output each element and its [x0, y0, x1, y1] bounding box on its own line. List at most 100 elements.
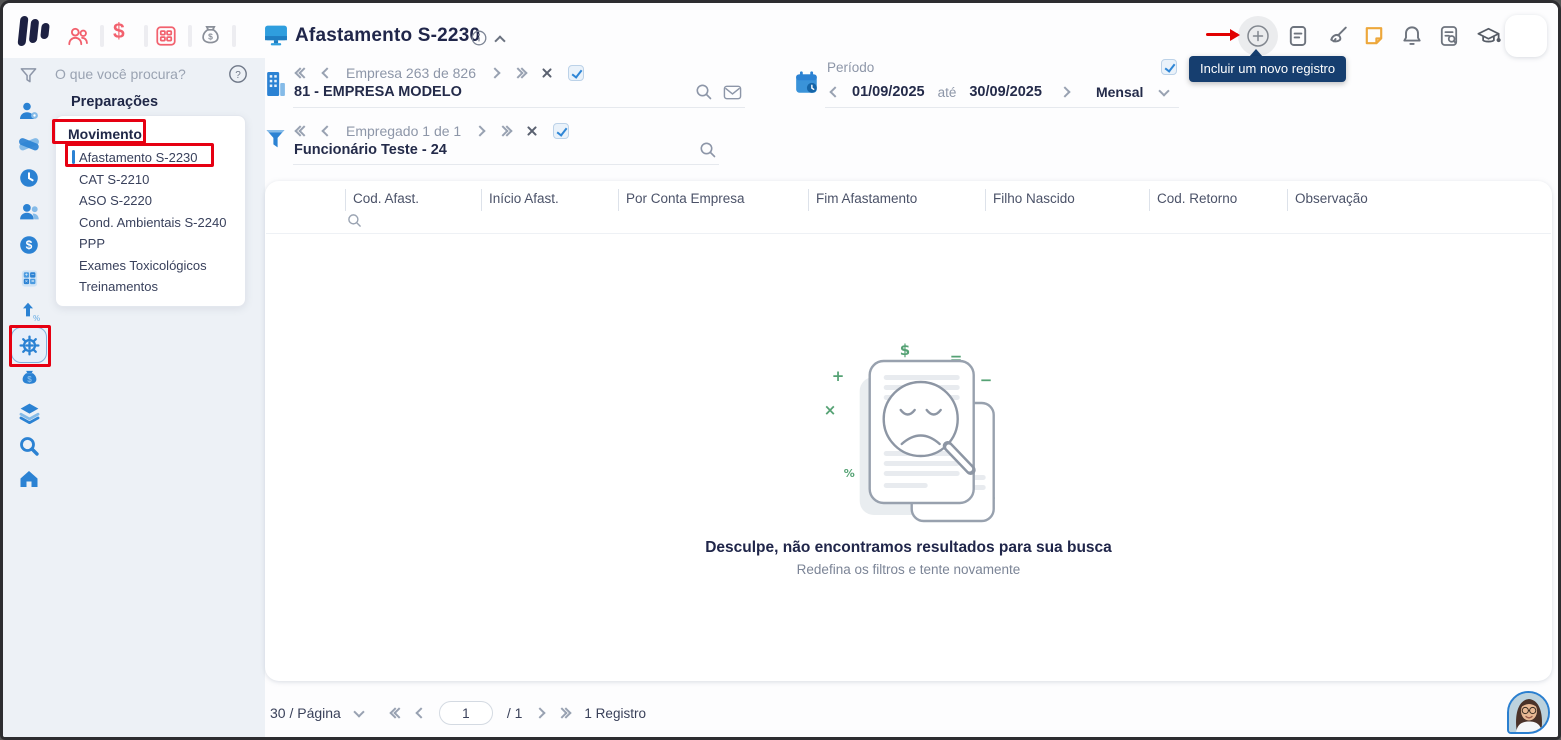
- menu-item-ppp[interactable]: PPP: [56, 232, 245, 254]
- logo-bar: [17, 16, 29, 46]
- table-header-row: Cod. Afast. Início Afast. Por Conta Empr…: [265, 189, 1552, 211]
- period-mode-chevron-down-icon[interactable]: [1158, 84, 1171, 97]
- help-icon[interactable]: ?: [228, 64, 248, 89]
- filter-funnel-icon[interactable]: [19, 66, 38, 90]
- last-employee-button[interactable]: [497, 125, 513, 137]
- page-size-select[interactable]: 30 / Página: [270, 705, 341, 721]
- next-company-button[interactable]: [489, 67, 501, 79]
- rail-user-gear-icon[interactable]: [18, 94, 40, 128]
- profile-placeholder[interactable]: [1505, 15, 1547, 57]
- menu-item-label: ASO S-2220: [79, 193, 152, 208]
- svg-text:$: $: [900, 341, 910, 359]
- period-label: Período: [827, 60, 875, 75]
- page-size-chevron-down-icon[interactable]: [353, 705, 365, 718]
- first-company-button[interactable]: [294, 67, 310, 79]
- prev-employee-button[interactable]: [321, 125, 333, 137]
- next-page-button[interactable]: [534, 707, 547, 719]
- file-text-icon[interactable]: [1286, 24, 1310, 53]
- rail-esocial-button[interactable]: [11, 327, 47, 364]
- app-logo[interactable]: [17, 16, 50, 46]
- company-counter: Empresa 263 de 826: [346, 65, 476, 81]
- prev-page-button[interactable]: [415, 707, 427, 719]
- rail-search-icon[interactable]: [18, 429, 40, 463]
- module-money-bag-icon[interactable]: $: [198, 23, 223, 53]
- calendar-icon: [794, 69, 820, 102]
- bell-icon[interactable]: [1400, 24, 1424, 53]
- column-header[interactable]: Filho Nascido: [985, 189, 1149, 211]
- module-calculator-icon[interactable]: [154, 24, 178, 53]
- svg-text:?: ?: [235, 70, 241, 81]
- sidebar-search-input[interactable]: [55, 66, 210, 82]
- rail-raise-percent-icon[interactable]: %: [18, 295, 40, 329]
- menu-item-treinamentos[interactable]: Treinamentos: [56, 275, 245, 297]
- module-finance-icon[interactable]: $: [113, 20, 125, 44]
- period-end-date[interactable]: 30/09/2025: [969, 84, 1042, 100]
- info-icon[interactable]: [471, 30, 487, 51]
- column-header[interactable]: Observação: [1287, 189, 1542, 211]
- column-header[interactable]: Por Conta Empresa: [618, 189, 808, 211]
- next-employee-button[interactable]: [474, 125, 486, 137]
- menu-item-afastamento-s2230[interactable]: Afastamento S-2230: [56, 146, 245, 168]
- clear-company-button[interactable]: [541, 67, 553, 79]
- svg-text:%: %: [33, 314, 40, 323]
- column-header[interactable]: Fim Afastamento: [808, 189, 985, 211]
- total-pages-label: / 1: [506, 705, 523, 721]
- rail-money-bag-icon[interactable]: $: [19, 362, 40, 396]
- clear-employee-button[interactable]: [526, 125, 538, 137]
- menu-group-movimento[interactable]: Movimento: [56, 123, 245, 146]
- first-employee-button[interactable]: [294, 125, 310, 137]
- period-start-date[interactable]: 01/09/2025: [852, 84, 925, 100]
- employee-checkbox[interactable]: [553, 123, 570, 139]
- menu-item-cat-s2210[interactable]: CAT S-2210: [56, 168, 245, 190]
- menu-item-label: Afastamento S-2230: [79, 150, 198, 165]
- column-filter-search-icon[interactable]: [347, 213, 362, 233]
- support-chat-avatar[interactable]: [1507, 691, 1550, 734]
- rail-coin-icon[interactable]: $: [18, 228, 40, 262]
- company-search-icon[interactable]: [695, 83, 713, 106]
- rail-layers-icon[interactable]: [18, 396, 41, 430]
- employee-counter: Empregado 1 de 1: [346, 123, 462, 139]
- company-name: 81 - EMPRESA MODELO: [294, 84, 462, 100]
- rail-handshake-icon[interactable]: [17, 128, 41, 162]
- module-hr-icon[interactable]: [66, 24, 90, 53]
- menu-item-label: Cond. Ambientais S-2240: [79, 214, 227, 230]
- first-page-button[interactable]: [389, 707, 405, 719]
- file-search-icon[interactable]: [1437, 24, 1461, 53]
- menu-item-label: Exames Toxicológicos: [79, 257, 207, 273]
- current-page-input[interactable]: [438, 701, 493, 725]
- period-mode-select[interactable]: Mensal: [1096, 84, 1143, 100]
- rail-calculator-icon[interactable]: + − × =: [19, 262, 40, 296]
- graduation-cap-icon[interactable]: [1476, 24, 1501, 54]
- employee-navigator: Empregado 1 de 1: [294, 123, 570, 139]
- company-navigator: Empresa 263 de 826: [294, 65, 584, 81]
- menu-section-title: Preparações: [71, 94, 159, 110]
- column-header[interactable]: Início Afast.: [481, 189, 618, 211]
- period-checkbox[interactable]: [1161, 59, 1177, 75]
- avatar-photo: [1509, 693, 1548, 732]
- next-period-button[interactable]: [1059, 86, 1071, 98]
- rail-employees-icon[interactable]: [18, 195, 41, 229]
- company-mail-icon[interactable]: [723, 84, 742, 106]
- broom-icon[interactable]: [1326, 24, 1350, 53]
- svg-text:+: +: [832, 367, 845, 385]
- menu-item-cond-ambientais-s2240[interactable]: Cond. Ambientais S-2240: [56, 211, 245, 233]
- menu-item-exames-toxicologicos[interactable]: Exames Toxicológicos: [56, 254, 245, 276]
- rail-home-icon[interactable]: [18, 463, 40, 497]
- menu-item-aso-s2220[interactable]: ASO S-2220: [56, 189, 245, 211]
- svg-text:+: +: [24, 272, 27, 278]
- building-icon: [264, 69, 287, 104]
- last-page-button[interactable]: [556, 707, 573, 719]
- records-panel: Cod. Afast. Início Afast. Por Conta Empr…: [265, 181, 1552, 681]
- rail-clock-icon[interactable]: [18, 161, 40, 195]
- column-header[interactable]: Cod. Retorno: [1149, 189, 1287, 211]
- esocial-gear-icon[interactable]: [11, 327, 47, 364]
- prev-company-button[interactable]: [321, 67, 333, 79]
- topbar-separator: [232, 25, 236, 47]
- column-header[interactable]: Cod. Afast.: [345, 189, 481, 211]
- employee-name: Funcionário Teste - 24: [294, 142, 447, 158]
- employee-search-icon[interactable]: [699, 141, 717, 164]
- prev-period-button[interactable]: [829, 86, 841, 98]
- company-checkbox[interactable]: [567, 65, 584, 81]
- sticky-note-icon[interactable]: [1362, 24, 1386, 53]
- last-company-button[interactable]: [512, 67, 528, 79]
